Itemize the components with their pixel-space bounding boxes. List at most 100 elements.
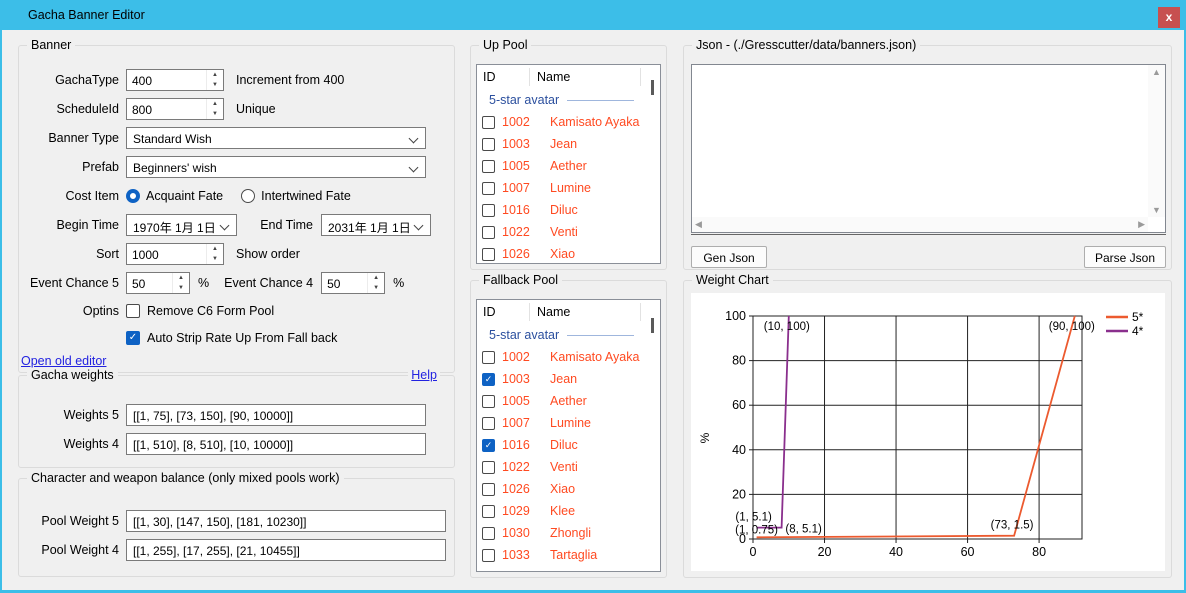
pool-weight-4-label: Pool Weight 4 (19, 543, 119, 557)
row-checkbox[interactable] (482, 527, 495, 540)
list-item[interactable]: ✓1016Diluc (477, 434, 660, 456)
prefab-label: Prefab (19, 160, 119, 174)
gacha-weights-title: Gacha weights (27, 368, 118, 382)
list-item[interactable]: 1007Lumine (477, 412, 660, 434)
vertical-scrollbar[interactable]: ▲ ▼ (1148, 65, 1165, 217)
row-checkbox[interactable] (482, 395, 495, 408)
percent-sign: % (198, 276, 209, 290)
row-checkbox[interactable] (482, 226, 495, 239)
list-item[interactable]: 1003Jean (477, 133, 660, 155)
horizontal-scrollbar[interactable]: ◀ ▶ (692, 217, 1148, 232)
weights-5-input[interactable]: [[1, 75], [73, 150], [90, 10000]] (126, 404, 426, 426)
list-item[interactable]: 1016Diluc (477, 199, 660, 221)
list-item[interactable]: 1007Lumine (477, 177, 660, 199)
spin-up-icon[interactable]: ▲ (368, 273, 384, 283)
row-checkbox[interactable]: ✓ (482, 439, 495, 452)
scroll-down-icon[interactable]: ▼ (1148, 205, 1165, 215)
scrollbar-thumb[interactable] (651, 80, 654, 95)
spin-up-icon[interactable]: ▲ (173, 273, 189, 283)
chevron-down-icon (414, 220, 424, 230)
scheduleid-input[interactable]: 800 ▲▼ (126, 98, 224, 120)
list-item[interactable]: 1033Tartaglia (477, 544, 660, 566)
spin-down-icon[interactable]: ▼ (368, 283, 384, 293)
list-item[interactable]: 1022Venti (477, 456, 660, 478)
row-checkbox[interactable] (482, 483, 495, 496)
intertwined-fate-radio[interactable] (241, 189, 255, 203)
banner-type-value: Standard Wish (133, 132, 212, 146)
scroll-right-icon[interactable]: ▶ (1138, 219, 1145, 230)
spin-down-icon[interactable]: ▼ (207, 80, 223, 90)
list-item[interactable]: ✓1003Jean (477, 368, 660, 390)
list-item[interactable]: 1002Kamisato Ayaka (477, 111, 660, 133)
item-name: Klee (550, 504, 575, 518)
weights-4-input[interactable]: [[1, 510], [8, 510], [10, 10000]] (126, 433, 426, 455)
row-checkbox[interactable] (482, 182, 495, 195)
spin-up-icon[interactable]: ▲ (207, 244, 223, 254)
pool-weight-5-row: Pool Weight 5 [[1, 30], [147, 150], [181… (19, 506, 454, 535)
item-name: Kamisato Ayaka (550, 115, 639, 129)
spin-up-icon[interactable]: ▲ (207, 70, 223, 80)
list-item[interactable]: 1022Venti (477, 221, 660, 243)
gen-json-button[interactable]: Gen Json (691, 246, 767, 268)
acquaint-fate-radio[interactable] (126, 189, 140, 203)
row-checkbox[interactable] (482, 204, 495, 217)
row-checkbox[interactable] (482, 417, 495, 430)
parse-json-button[interactable]: Parse Json (1084, 246, 1166, 268)
row-checkbox[interactable]: ✓ (482, 373, 495, 386)
list-item[interactable]: 1026Xiao (477, 478, 660, 500)
json-textarea[interactable] (692, 65, 1148, 217)
row-checkbox[interactable] (482, 549, 495, 562)
row-checkbox[interactable] (482, 116, 495, 129)
up-pool-list[interactable]: ID Name 5-star avatar 1002Kamisato Ayaka… (476, 64, 661, 264)
begin-time-picker[interactable]: 1970年 1月 1日 (126, 214, 237, 236)
banner-type-select[interactable]: Standard Wish (126, 127, 426, 149)
gachatype-input[interactable]: 400 ▲▼ (126, 69, 224, 91)
sort-input[interactable]: 1000 ▲▼ (126, 243, 224, 265)
close-button[interactable]: x (1158, 7, 1180, 28)
spin-up-icon[interactable]: ▲ (207, 99, 223, 109)
list-item[interactable]: 1026Xiao (477, 243, 660, 264)
row-checkbox[interactable] (482, 461, 495, 474)
row-checkbox[interactable] (482, 248, 495, 261)
svg-text:100: 100 (725, 309, 746, 323)
spin-down-icon[interactable]: ▼ (173, 283, 189, 293)
auto-strip-checkbox[interactable]: ✓ (126, 331, 140, 345)
remove-c6-checkbox[interactable] (126, 304, 140, 318)
row-checkbox[interactable] (482, 138, 495, 151)
begin-time-value: 1970年 1月 1日 (133, 221, 216, 235)
scroll-left-icon[interactable]: ◀ (695, 219, 702, 230)
pool-weight-4-input[interactable]: [[1, 255], [17, 255], [21, 10455]] (126, 539, 446, 561)
item-id: 1035 (502, 570, 538, 572)
chart-area: 020406080020406080100(10, 100)(90, 100)(… (691, 293, 1165, 571)
scroll-up-icon[interactable]: ▲ (1148, 67, 1165, 77)
list-item[interactable]: 1002Kamisato Ayaka (477, 346, 660, 368)
spin-down-icon[interactable]: ▼ (207, 109, 223, 119)
row-checkbox[interactable] (482, 351, 495, 364)
event-chance-4-input[interactable]: 50 ▲▼ (321, 272, 385, 294)
title-bar[interactable]: Gacha Banner Editor x (0, 0, 1186, 30)
row-checkbox[interactable] (482, 160, 495, 173)
fallback-pool-list[interactable]: ID Name 5-star avatar 1002Kamisato Ayaka… (476, 299, 661, 572)
help-link[interactable]: Help (408, 368, 440, 382)
row-checkbox[interactable]: ✓ (482, 571, 495, 573)
svg-text:60: 60 (961, 545, 975, 559)
scrollbar-thumb[interactable] (651, 318, 654, 333)
pool-weight-5-input[interactable]: [[1, 30], [147, 150], [181, 10230]] (126, 510, 446, 532)
svg-text:5*: 5* (1132, 310, 1144, 324)
list-item[interactable]: 1005Aether (477, 390, 660, 412)
end-time-picker[interactable]: 2031年 1月 1日 (321, 214, 431, 236)
open-old-editor-link[interactable]: Open old editor (21, 354, 106, 368)
column-divider (640, 303, 641, 321)
section-header: 5-star avatar (477, 89, 660, 111)
list-item[interactable]: ✓1035Qiqi (477, 566, 660, 572)
spin-down-icon[interactable]: ▼ (207, 254, 223, 264)
item-name: Aether (550, 159, 587, 173)
name-column-header: Name (537, 305, 570, 319)
list-item[interactable]: 1030Zhongli (477, 522, 660, 544)
list-item[interactable]: 1029Klee (477, 500, 660, 522)
prefab-select[interactable]: Beginners' wish (126, 156, 426, 178)
weight-chart-title: Weight Chart (692, 273, 773, 287)
list-item[interactable]: 1005Aether (477, 155, 660, 177)
row-checkbox[interactable] (482, 505, 495, 518)
event-chance-5-input[interactable]: 50 ▲▼ (126, 272, 190, 294)
